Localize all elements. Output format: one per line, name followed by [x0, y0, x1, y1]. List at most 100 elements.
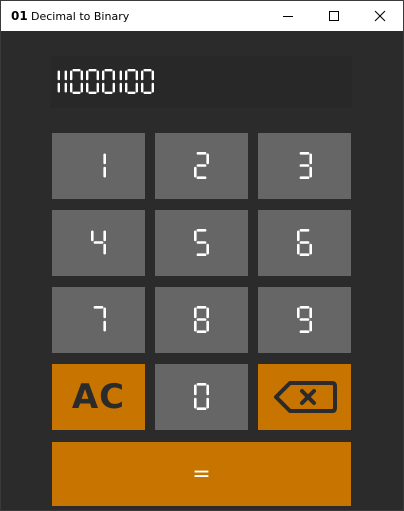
digit-segment — [93, 306, 103, 309]
digit-segment — [193, 230, 197, 242]
digit-segment — [72, 91, 81, 94]
display-digit — [57, 70, 60, 93]
digit-segment — [102, 243, 106, 255]
key-digit-3 — [299, 152, 312, 179]
digit-segment — [70, 70, 73, 81]
digit-segment — [104, 91, 113, 94]
key-5[interactable]: 5 — [155, 210, 248, 276]
digit-segment — [127, 91, 136, 94]
digit-segment — [205, 384, 209, 396]
close-button[interactable] — [357, 1, 403, 31]
digit-segment — [196, 241, 206, 244]
digit-segment — [205, 153, 209, 165]
key-9[interactable]: 9 — [258, 287, 351, 353]
key-digit-glyph — [90, 230, 106, 255]
digit-segment — [143, 91, 152, 94]
equals-label: = — [192, 461, 211, 487]
digit-segment — [193, 307, 197, 319]
key-3[interactable]: 3 — [258, 133, 351, 199]
digit-segment — [64, 70, 67, 81]
key-digit-9 — [296, 306, 312, 333]
key-6[interactable]: 6 — [258, 210, 351, 276]
key-digit-6 — [296, 229, 312, 256]
digit-segment — [125, 82, 128, 93]
digit-segment — [127, 69, 136, 72]
digit-segment — [112, 82, 115, 93]
digit-segment — [102, 166, 106, 178]
key-digit-glyph — [193, 383, 209, 410]
digit-segment — [196, 383, 206, 386]
key-8[interactable]: 8 — [155, 287, 248, 353]
key-0[interactable]: 0 — [155, 364, 248, 430]
key-2[interactable]: 2 — [155, 133, 248, 199]
key-7[interactable]: 7 — [52, 287, 145, 353]
digit-segment — [96, 70, 99, 81]
digit-segment — [88, 69, 97, 72]
minimize-button[interactable] — [265, 1, 311, 31]
minimize-icon — [283, 16, 293, 17]
digit-segment — [90, 230, 94, 242]
digit-segment — [57, 70, 60, 81]
key-4[interactable]: 4 — [52, 210, 145, 276]
digit-segment — [119, 70, 122, 81]
digit-segment — [299, 176, 309, 179]
key-digit-7 — [93, 306, 106, 332]
digit-segment — [196, 176, 206, 179]
digit-segment — [141, 82, 144, 93]
display-digit — [64, 70, 67, 93]
digit-segment — [102, 70, 105, 81]
digit-segment — [196, 318, 206, 321]
digit-segment — [299, 318, 309, 321]
digit-segment — [151, 82, 154, 93]
display-digit — [70, 69, 83, 94]
display-digit — [141, 69, 154, 94]
key-digit-glyph — [193, 306, 209, 333]
digit-segment — [296, 243, 300, 255]
digit-segment — [135, 82, 138, 93]
key-digit-4 — [90, 230, 106, 255]
digit-segment — [193, 166, 197, 178]
window-title: Decimal to Binary — [31, 9, 130, 23]
digit-segment — [205, 307, 209, 319]
key-digit-glyph — [299, 152, 312, 179]
digit-segment — [205, 320, 209, 332]
key-digit-5 — [193, 229, 209, 256]
backspace-icon — [273, 381, 337, 413]
digit-segment — [196, 152, 206, 155]
digit-segment — [80, 82, 83, 93]
title-bar[interactable]: 01 Decimal to Binary — [1, 1, 403, 31]
digit-segment — [57, 82, 60, 93]
backspace-button[interactable] — [258, 364, 351, 430]
digit-segment — [196, 253, 206, 256]
display-digit — [119, 70, 122, 93]
digit-segment — [102, 82, 105, 93]
digit-segment — [125, 70, 128, 81]
digit-segment — [104, 69, 113, 72]
digit-segment — [308, 153, 312, 165]
digit-segment — [135, 70, 138, 81]
all-clear-button[interactable]: AC — [52, 364, 145, 430]
equals-button[interactable]: = — [52, 442, 351, 506]
digit-segment — [102, 153, 106, 165]
key-1[interactable]: 1 — [52, 133, 145, 199]
digit-segment — [70, 82, 73, 93]
digit-segment — [93, 241, 103, 244]
key-digit-2 — [193, 152, 209, 179]
display-digit — [86, 69, 99, 94]
digit-segment — [299, 164, 309, 167]
result-display-digits — [57, 69, 154, 94]
maximize-button[interactable] — [311, 1, 357, 31]
digit-segment — [196, 306, 206, 309]
digit-segment — [308, 320, 312, 332]
digit-segment — [196, 229, 206, 232]
digit-segment — [299, 306, 309, 309]
key-digit-8 — [193, 306, 209, 333]
digit-segment — [119, 82, 122, 93]
close-icon — [374, 10, 386, 22]
digit-segment — [308, 243, 312, 255]
digit-segment — [72, 69, 81, 72]
digit-segment — [296, 307, 300, 319]
key-digit-glyph — [296, 229, 312, 256]
key-digit-1 — [102, 153, 106, 178]
digit-segment — [86, 70, 89, 81]
